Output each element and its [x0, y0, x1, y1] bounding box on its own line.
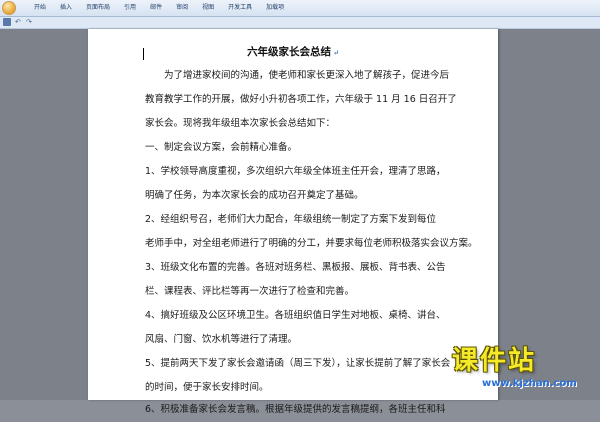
document-line: 2、经组织号召，老师们大力配合，年级组统一制定了方案下发到每位 [145, 214, 437, 225]
document-line: 的时间，便于家长安排时间。 [145, 382, 269, 393]
tab-mailings[interactable]: 邮件 [150, 2, 162, 14]
tab-page-layout[interactable]: 页面布局 [86, 2, 110, 14]
save-icon[interactable] [3, 18, 11, 26]
document-line: 4、搞好班级及公区环境卫生。各班组织值日学生对地板、桌椅、讲台、 [145, 310, 446, 321]
document-line: 一、制定会议方案，会前精心准备。 [145, 142, 298, 153]
redo-icon[interactable]: ↷ [26, 17, 32, 28]
document-line: 1、学校领导高度重视，多次组织六年级全体班主任开会，理清了思路， [145, 166, 446, 177]
office-button-icon[interactable] [2, 1, 16, 15]
tab-add-ins[interactable]: 加载项 [266, 2, 284, 14]
tab-view[interactable]: 视图 [202, 2, 214, 14]
undo-icon[interactable]: ↶ [15, 17, 21, 28]
document-title-text: 六年级家长会总结 [247, 46, 332, 58]
tab-references[interactable]: 引用 [124, 2, 136, 14]
watermark-url: www.kjzhan.com [482, 378, 577, 389]
document-line: 教育教学工作的开展，做好小升初各项工作，六年级于 11 月 16 日召开了 [145, 94, 457, 105]
tab-home[interactable]: 开始 [34, 2, 46, 14]
ribbon: 开始 插入 页面布局 引用 邮件 审阅 视图 开发工具 加载项 [0, 0, 600, 17]
tab-insert[interactable]: 插入 [60, 2, 72, 14]
quick-access-toolbar: ↶ ↷ [0, 17, 600, 29]
document-line: 3、班级文化布置的完善。各班对班务栏、黑板报、展板、背书表、公告 [145, 262, 446, 273]
document-line: 6、积极准备家长会发言稿。根据年级提供的发言稿提纲，各班主任和科 [145, 404, 446, 415]
watermark-name: 课件站 [452, 346, 537, 376]
document-line: 为了增进家校间的沟通，使老师和家长更深入地了解孩子，促进今后 [145, 70, 450, 81]
document-line: 老师手中，对全组老师进行了明确的分工，并要求每位老师积极落实会议方案。 [145, 238, 478, 249]
document-line: 明确了任务，为本次家长会的成功召开奠定了基础。 [145, 190, 364, 201]
tab-developer[interactable]: 开发工具 [228, 2, 252, 14]
ribbon-tabs: 开始 插入 页面布局 引用 邮件 审阅 视图 开发工具 加载项 [34, 2, 298, 14]
watermark-logo: 课件站 www.kjzhan.com [446, 346, 596, 398]
document-title: 六年级家长会总结 ↵ [247, 46, 339, 58]
document-line: 栏、课程表、评比栏等再一次进行了检查和完善。 [145, 286, 355, 297]
document-line: 5、提前两天下发了家长会邀请函（周三下发），让家长提前了解了家长会 [145, 358, 451, 369]
tab-review[interactable]: 审阅 [176, 2, 188, 14]
document-line: 家长会。现将我年级组本次家长会总结如下： [145, 118, 336, 129]
document-line: 风扇、门窗、饮水机等进行了清理。 [145, 334, 298, 345]
